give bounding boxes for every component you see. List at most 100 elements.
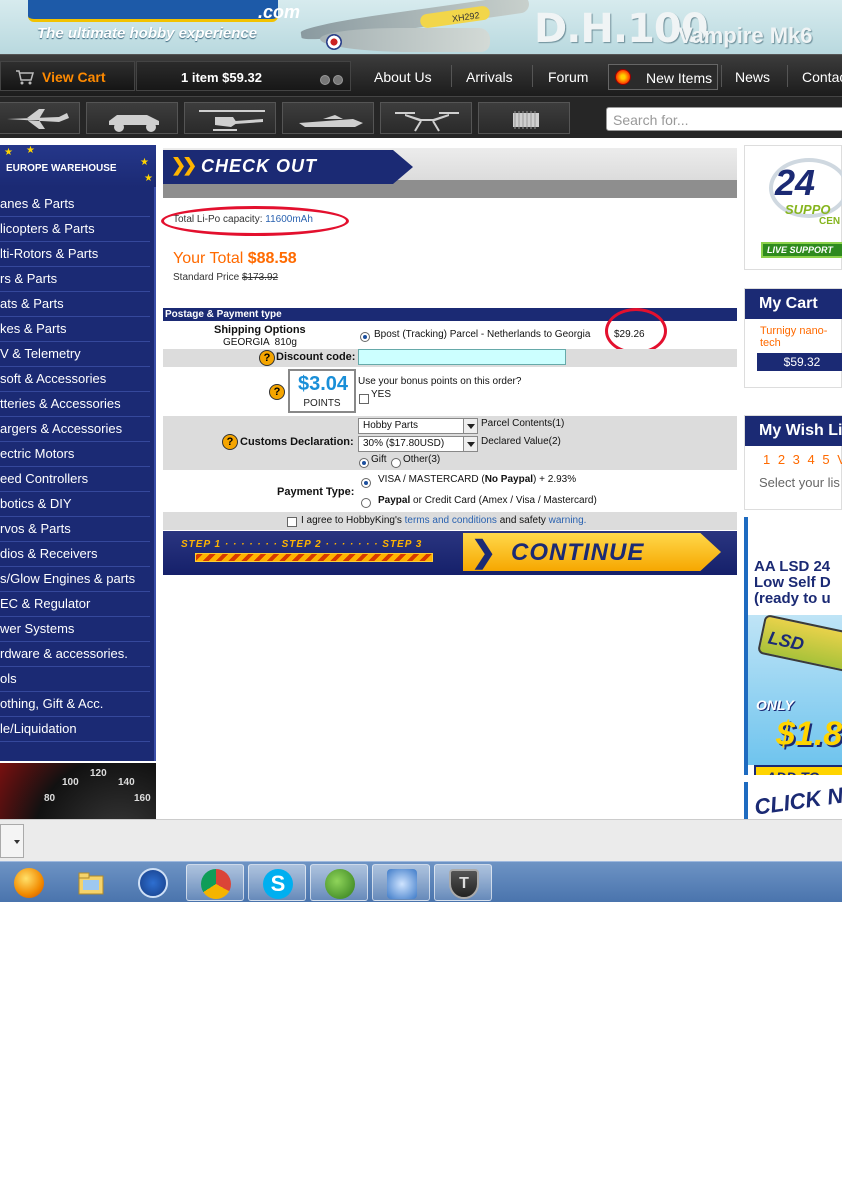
step-3-label: STEP 3 (382, 539, 423, 550)
taskbar-app-lightning[interactable] (124, 864, 182, 901)
sidebar-item-sale[interactable]: le/Liquidation (0, 717, 150, 742)
view-cart-button[interactable]: View Cart (0, 61, 135, 91)
new-items-icon (615, 69, 631, 85)
payment-visa-pre: VISA / MASTERCARD ( (378, 474, 485, 485)
cart-total[interactable]: $59.32 (757, 353, 842, 371)
checkout-header: ❯❯ CHECK OUT (163, 148, 737, 198)
nav-about-us[interactable]: About Us (374, 69, 432, 85)
your-total-value: $88.58 (247, 250, 297, 267)
sidebar-item-batteries[interactable]: tteries & Accessories (0, 392, 150, 417)
sidebar-item-fpv[interactable]: V & Telemetry (0, 342, 150, 367)
cart-summary[interactable]: 1 item $59.32 (136, 61, 351, 91)
payment-visa-post: ) + 2.93% (533, 474, 577, 485)
search-input[interactable]: Search for... (606, 107, 842, 131)
parcel-contents-select[interactable]: Hobby Parts (358, 418, 478, 434)
sidebar-item-power-systems[interactable]: wer Systems (0, 617, 150, 642)
help-icon[interactable]: ? (259, 350, 275, 366)
support-center-label: CEN (819, 216, 841, 227)
sidebar-item-motors[interactable]: ectric Motors (0, 442, 150, 467)
payment-visa-radio[interactable] (361, 478, 371, 488)
terms-link[interactable]: terms and conditions (405, 515, 497, 526)
live-support-widget[interactable]: 24 SUPPO CEN LIVE SUPPORT (744, 145, 842, 270)
nav-news[interactable]: News (735, 69, 770, 85)
nav-new-items[interactable]: New Items (608, 64, 718, 90)
sidebar-item-helicopters[interactable]: licopters & Parts (0, 217, 150, 242)
other-radio[interactable] (391, 458, 401, 468)
sidebar-item-airsoft[interactable]: soft & Accessories (0, 367, 150, 392)
click-now-banner[interactable]: CLICK NOW (744, 782, 842, 822)
taskbar-app-network[interactable] (372, 864, 430, 901)
sidebar-item-bec[interactable]: EC & Regulator (0, 592, 150, 617)
discount-code-input[interactable] (358, 349, 566, 365)
my-cart-title: My Cart (745, 289, 842, 319)
site-logo[interactable]: .com (28, 0, 300, 22)
sidebar-item-boats[interactable]: ats & Parts (0, 292, 150, 317)
taskbar-explorer[interactable] (62, 864, 120, 901)
agree-terms-checkbox[interactable] (287, 517, 297, 527)
sidebar-item-engines[interactable]: s/Glow Engines & parts (0, 567, 150, 592)
help-icon[interactable]: ? (222, 434, 238, 450)
europe-warehouse-header[interactable]: ★ ★ ★ ★ EUROPE WAREHOUSE (0, 145, 156, 187)
live-support-button[interactable]: LIVE SUPPORT (761, 242, 842, 258)
sidebar-item-bikes[interactable]: kes & Parts (0, 317, 150, 342)
sidebar-item-cars[interactable]: rs & Parts (0, 267, 150, 292)
category-airplanes-tab[interactable] (0, 102, 80, 134)
chevron-right-icon: ❯ (471, 536, 497, 569)
category-sidebar: ★ ★ ★ ★ EUROPE WAREHOUSE anes & Parts li… (0, 145, 156, 761)
payment-paypal-rest: or Credit Card (Amex / Visa / Mastercard… (413, 495, 597, 506)
taskbar-skype[interactable]: S (248, 864, 306, 901)
gift-radio[interactable] (359, 458, 369, 468)
category-electronics-tab[interactable] (478, 102, 570, 134)
nav-forum[interactable]: Forum (548, 69, 588, 85)
nav-arrivals[interactable]: Arrivals (466, 69, 513, 85)
sidebar-item-esc[interactable]: eed Controllers (0, 467, 150, 492)
sidebar-item-chargers[interactable]: argers & Accessories (0, 417, 150, 442)
battery-promo-banner[interactable]: AA LSD 24 Low Self D (ready to u LSD ONL… (744, 517, 842, 775)
nav-divider (721, 65, 722, 87)
sidebar-item-multirotors[interactable]: lti-Rotors & Parts (0, 242, 150, 267)
eu-star-icon: ★ (140, 157, 149, 168)
category-multirotors-tab[interactable] (380, 102, 472, 134)
taskbar-app-orb[interactable] (0, 864, 58, 901)
taskbar-world-of-tanks[interactable]: T (434, 864, 492, 901)
shipping-bpost-radio[interactable] (360, 332, 370, 342)
sidebar-item-hardware[interactable]: rdware & accessories. (0, 642, 150, 667)
nav-divider (451, 65, 452, 87)
cart-toggle-dots[interactable] (320, 72, 346, 90)
nav-contact[interactable]: Contact (802, 69, 842, 85)
customs-declaration-row: ? Customs Declaration: Hobby Parts Parce… (163, 416, 737, 470)
red-annotation-circle (605, 308, 667, 354)
taskbar-chrome[interactable] (186, 864, 244, 901)
sidebar-item-planes[interactable]: anes & Parts (0, 192, 150, 217)
speedometer-banner[interactable]: 80 100 120 140 160 (0, 763, 156, 819)
parcel-contents-label: Parcel Contents(1) (481, 418, 565, 429)
category-boats-tab[interactable] (282, 102, 374, 134)
sidebar-item-tools[interactable]: ols (0, 667, 150, 692)
bonus-points-row: ? $3.04 POINTS Use your bonus points on … (163, 366, 737, 416)
customs-declaration-label: Customs Declaration: (240, 436, 354, 448)
speedo-tick: 120 (90, 768, 107, 779)
help-icon[interactable]: ? (269, 384, 285, 400)
site-banner[interactable]: .com The ultimate hobby experience XH292… (0, 0, 842, 54)
download-menu-button[interactable] (0, 824, 24, 858)
use-points-checkbox[interactable] (359, 394, 369, 404)
sidebar-item-radios[interactable]: dios & Receivers (0, 542, 150, 567)
category-cars-tab[interactable] (86, 102, 178, 134)
category-helicopters-tab[interactable] (184, 102, 276, 134)
warning-link[interactable]: warning. (549, 515, 587, 526)
parcel-contents-value: Hobby Parts (363, 420, 419, 431)
standard-price-label: Standard Price (173, 272, 240, 283)
promo-add-to-cart-button[interactable]: ADD TO (754, 765, 842, 775)
bonus-points-amount: $3.04 (297, 373, 349, 395)
sidebar-item-robotics[interactable]: botics & DIY (0, 492, 150, 517)
declared-value-select[interactable]: 30% ($17.80USD) (358, 436, 478, 452)
wishlist-select[interactable]: Select your lis (759, 475, 840, 490)
step-1-label: STEP 1 (181, 539, 222, 550)
sidebar-item-servos[interactable]: rvos & Parts (0, 517, 150, 542)
payment-paypal-radio[interactable] (361, 498, 371, 508)
cart-item-link[interactable]: Turnigy nano-tech (760, 325, 841, 349)
wishlist-pagination[interactable]: 1 2 3 4 5 V (763, 452, 842, 467)
taskbar-app-globe[interactable] (310, 864, 368, 901)
sidebar-item-clothing[interactable]: othing, Gift & Acc. (0, 692, 150, 717)
globe-icon (325, 869, 355, 899)
